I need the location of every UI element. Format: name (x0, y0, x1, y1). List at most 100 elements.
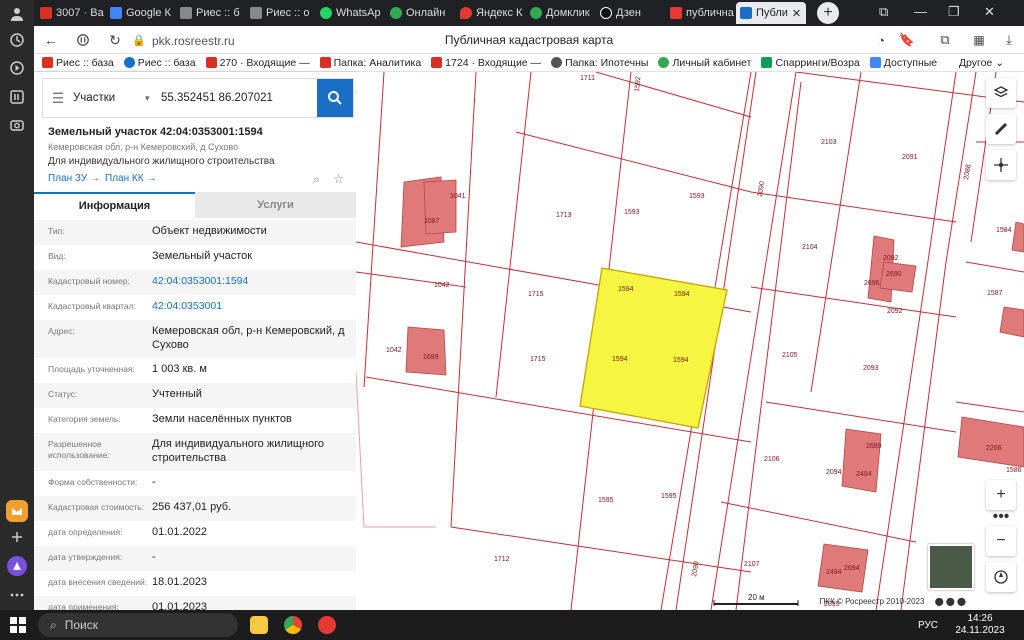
close-tab-icon[interactable]: ✕ (792, 7, 801, 20)
bookmark-item[interactable]: Риес :: база (123, 57, 196, 69)
search-button[interactable] (317, 79, 353, 117)
clock[interactable]: 14:26 24.11.2023 (950, 613, 1010, 637)
browser-tab[interactable]: WhatsAp (316, 2, 385, 24)
social-share-icons[interactable]: ⬤ ⬤ ⬤ (935, 597, 966, 606)
browser-tab-active[interactable]: Публи ✕ (736, 2, 806, 24)
building (999, 306, 1024, 338)
browser-tab[interactable]: публична (666, 2, 735, 24)
bookmark-item[interactable]: Риес :: база (42, 57, 114, 69)
plan-zu-link[interactable]: План ЗУ → (48, 173, 100, 184)
counter-icon[interactable] (7, 87, 27, 107)
bookmark-item[interactable]: Спарринги/Возра (761, 57, 860, 69)
scale-label: 20 м (748, 593, 765, 602)
bookmarks-other-folder[interactable]: Другое ⌄ (959, 57, 1004, 69)
parcel-boundary (750, 286, 957, 318)
info-value: Учтенный (152, 388, 202, 400)
coordinates-input[interactable] (161, 92, 313, 104)
protect-icon[interactable] (74, 31, 92, 49)
tab-favicon (180, 7, 192, 19)
bookmark-item[interactable]: 270 · Входящие — (205, 57, 310, 69)
zoom-in-button[interactable]: + (986, 480, 1016, 510)
bookmark-favicon (658, 57, 670, 68)
extension-icon[interactable]: ▦ (970, 31, 988, 49)
bookmark-icon[interactable]: 🔖 (898, 31, 916, 49)
history-icon[interactable] (7, 30, 27, 50)
bookmark-item[interactable]: Папка: Аналитика (319, 57, 421, 69)
taskbar-search[interactable]: ⌕ Поиск (38, 613, 238, 637)
cadastral-quarter-link[interactable]: 42:04:0353001 (152, 299, 352, 320)
parcel-label: 1041 (450, 193, 466, 200)
search-button-icon (328, 91, 342, 105)
restore-icon[interactable]: ❐ (948, 4, 960, 20)
cadastral-number-link[interactable]: 42:04:0353001:1594 (152, 274, 352, 295)
tab-information[interactable]: Информация (34, 192, 195, 218)
parcel-boundary (810, 72, 862, 393)
downloads-icon[interactable]: ⤓ (1000, 31, 1018, 49)
menu-icon[interactable]: ☰ (43, 90, 73, 107)
file-explorer-icon[interactable] (250, 616, 268, 634)
zoom-out-button[interactable]: − (986, 526, 1016, 556)
back-icon[interactable]: ← (42, 31, 60, 49)
browser-tab[interactable]: Дзен (596, 2, 665, 24)
browser-tab[interactable]: Google К (106, 2, 175, 24)
browser-tab[interactable]: Яндекс К (456, 2, 525, 24)
browser-tab[interactable]: Онлайн (386, 2, 455, 24)
selected-parcel[interactable] (579, 267, 728, 429)
bookmark-favicon (319, 57, 331, 68)
windows-start-icon[interactable] (10, 617, 26, 633)
refresh-icon[interactable]: ↻ (106, 31, 124, 49)
basemap-switcher[interactable] (928, 544, 974, 590)
info-key: Кадастровая стоимость: (48, 502, 145, 512)
parcel-boundary (515, 131, 752, 193)
zoom-to-object-icon[interactable]: ⌕ (313, 172, 320, 186)
info-value: - (152, 551, 156, 563)
layers-button[interactable] (986, 78, 1016, 108)
camera-icon[interactable] (7, 115, 27, 135)
chrome-icon[interactable] (284, 616, 302, 634)
browser-tab[interactable]: Домклик (526, 2, 595, 24)
chevron-down-icon[interactable]: ▾ (145, 93, 161, 104)
new-tab-button[interactable]: + (817, 2, 839, 24)
compass-button[interactable] (986, 562, 1016, 592)
tab-services[interactable]: Услуги (195, 192, 356, 218)
parcel-boundary (363, 72, 385, 388)
bookmark-favicon (869, 57, 881, 68)
favorite-star-icon[interactable]: ☆ (333, 172, 344, 186)
parcel-label: 1592 (634, 76, 642, 92)
bookmark-item[interactable]: Доступные (869, 57, 937, 69)
minimize-icon[interactable]: — (914, 4, 927, 19)
browser-tab[interactable]: 3007 · Ва (36, 2, 105, 24)
more-tools-icon[interactable]: ••• (986, 508, 1016, 526)
browser-tab[interactable]: Риес :: о (246, 2, 315, 24)
play-icon[interactable] (7, 58, 27, 78)
browser-tab[interactable]: Риес :: б (176, 2, 245, 24)
layer-select[interactable]: Участки (73, 92, 145, 104)
more-dots-icon[interactable] (7, 585, 27, 605)
mail-app-icon[interactable] (6, 500, 28, 522)
cadastral-map[interactable]: 1711 1592 1713 1593 1593 2103 2091 2088 … (356, 72, 1024, 610)
bookmark-item[interactable]: Папка: Ипотечны (551, 57, 648, 69)
map-canvas[interactable]: 1711 1592 1713 1593 1593 2103 2091 2088 … (356, 72, 1024, 610)
parcel-label: 1042 (386, 347, 402, 354)
collections-icon[interactable]: ⧉ (936, 31, 954, 49)
tab-strip: 3007 · Ва Google К Риес :: б Риес :: о W… (34, 0, 1024, 26)
reader-icon[interactable]: ◔ (872, 31, 890, 49)
url-field[interactable]: pkk.rosreestr.ru (152, 34, 235, 48)
profile-icon[interactable] (7, 4, 27, 24)
parcel-boundary (450, 526, 752, 573)
yandex-browser-icon[interactable] (318, 616, 336, 634)
measure-button[interactable] (986, 114, 1016, 144)
window-close-icon[interactable]: ✕ (984, 4, 995, 20)
parcel-label: 2690 (886, 271, 902, 278)
bookmark-item[interactable]: Личный кабинет (658, 57, 751, 69)
bookmark-label: Папка: Ипотечны (565, 56, 649, 69)
add-icon[interactable] (7, 527, 27, 547)
language-indicator[interactable]: РУС (918, 620, 938, 631)
locate-button[interactable] (986, 150, 1016, 180)
plan-kk-link[interactable]: План КК → (105, 173, 156, 184)
parcel-label: 1711 (580, 75, 595, 82)
bookmark-item[interactable]: 1724 · Входящие — (431, 57, 541, 69)
tab-manager-icon[interactable]: ⧉ (879, 4, 888, 20)
taskbar: ⌕ Поиск РУС 14:26 24.11.2023 (0, 610, 1024, 640)
alice-icon[interactable] (7, 556, 27, 576)
